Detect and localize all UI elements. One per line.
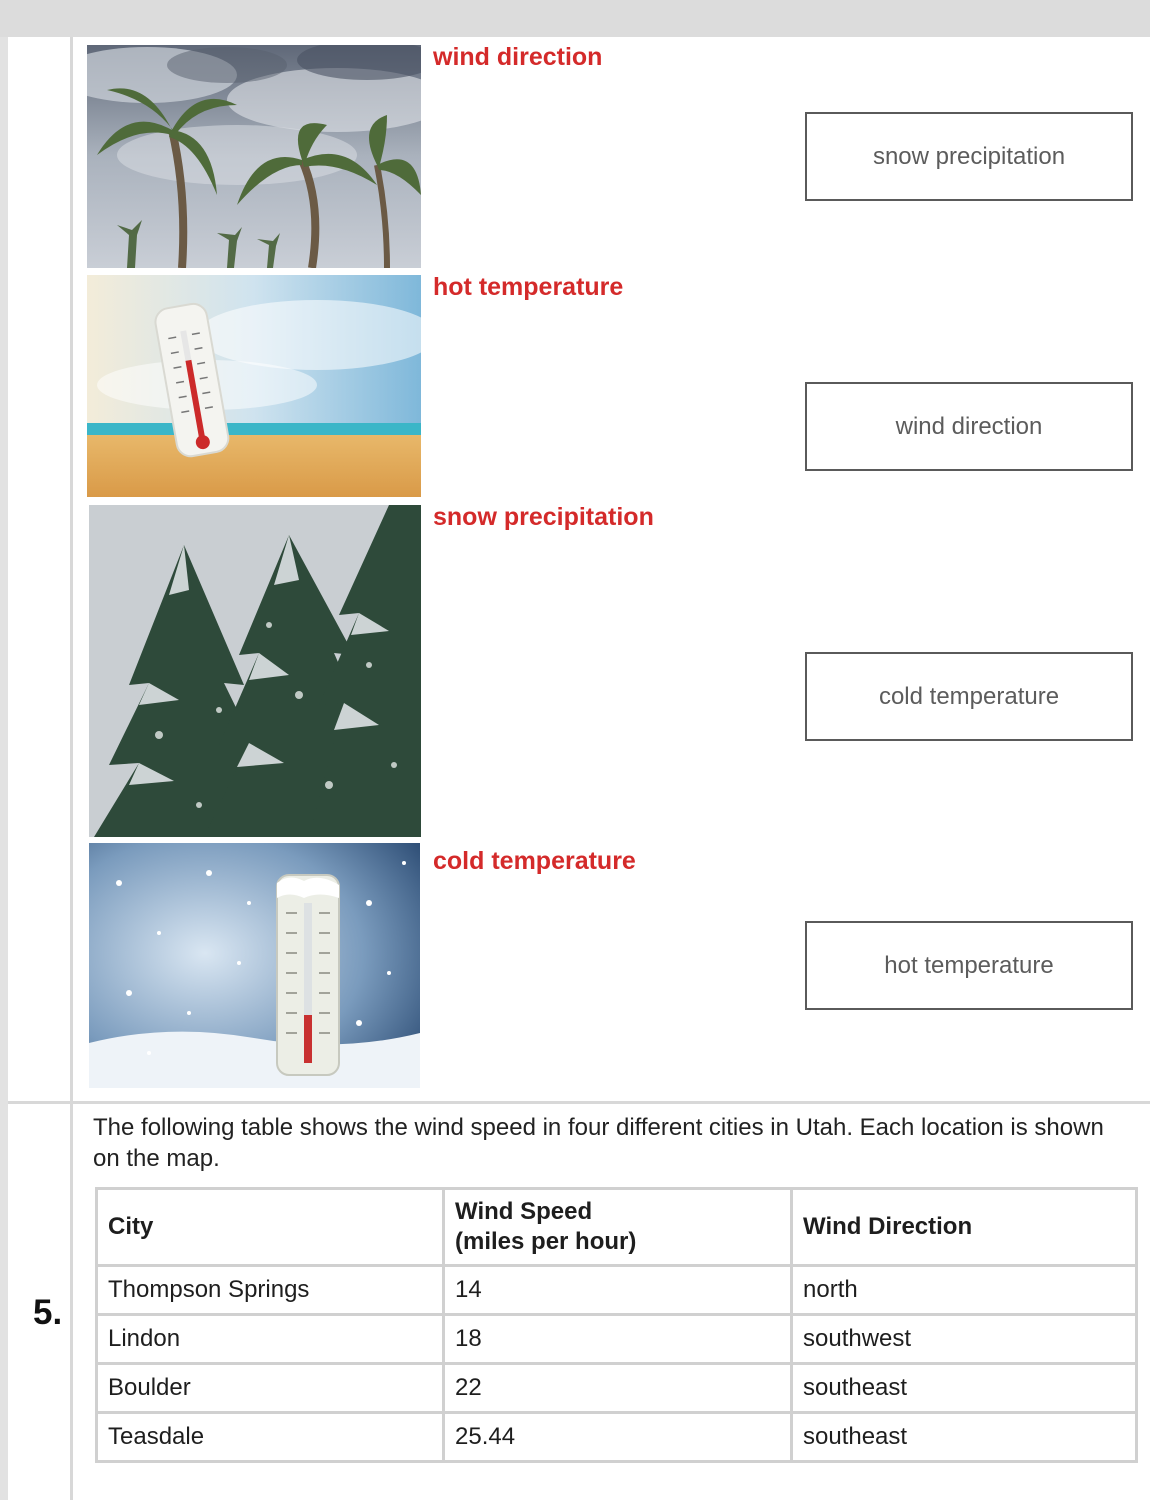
left-frame — [0, 37, 8, 1500]
windy-palm-trees-image[interactable] — [87, 45, 421, 268]
cell-speed: 18 — [442, 1313, 793, 1365]
drop-target-hot-temperature[interactable]: hot temperature — [805, 921, 1133, 1010]
header-wind-direction: Wind Direction — [790, 1187, 1138, 1267]
row-divider — [8, 1101, 1150, 1104]
cell-city: Thompson Springs — [95, 1264, 445, 1316]
snowy-pine-trees-image[interactable] — [89, 505, 421, 837]
cell-city: Boulder — [95, 1362, 445, 1414]
cell-direction: southeast — [790, 1411, 1138, 1463]
header-wind-speed-line1: Wind Speed — [455, 1198, 593, 1225]
image-label-2: hot temperature — [433, 273, 624, 301]
header-city: City — [95, 1187, 445, 1267]
column-divider — [70, 37, 73, 1500]
cell-direction: southeast — [790, 1362, 1138, 1414]
drop-target-wind-direction[interactable]: wind direction — [805, 382, 1133, 471]
thermometer-beach-image[interactable] — [87, 275, 421, 497]
cell-speed: 25.44 — [442, 1411, 793, 1463]
table-row: Lindon 18 southwest — [95, 1313, 1138, 1365]
image-label-4: cold temperature — [433, 847, 636, 875]
question-intro: The following table shows the wind speed… — [93, 1114, 1104, 1172]
table-row: Thompson Springs 14 north — [95, 1264, 1138, 1316]
image-label-3: snow precipitation — [433, 503, 654, 531]
cell-speed: 22 — [442, 1362, 793, 1414]
header-wind-speed-line2: (miles per hour) — [455, 1228, 637, 1255]
thermometer-snow-image[interactable] — [89, 843, 420, 1088]
header-wind-speed: Wind Speed (miles per hour) — [442, 1187, 793, 1267]
cell-direction: southwest — [790, 1313, 1138, 1365]
question-number: 5. — [33, 1293, 63, 1332]
top-bar — [0, 0, 1150, 37]
wind-speed-table: City Wind Speed (miles per hour) Wind Di… — [95, 1187, 1138, 1463]
drop-target-cold-temperature[interactable]: cold temperature — [805, 652, 1133, 741]
cell-city: Lindon — [95, 1313, 445, 1365]
table-header-row: City Wind Speed (miles per hour) Wind Di… — [95, 1187, 1138, 1267]
drop-target-snow-precipitation[interactable]: snow precipitation — [805, 112, 1133, 201]
cell-speed: 14 — [442, 1264, 793, 1316]
image-label-1: wind direction — [433, 43, 603, 71]
table-row: Boulder 22 southeast — [95, 1362, 1138, 1414]
cell-city: Teasdale — [95, 1411, 445, 1463]
table-row: Teasdale 25.44 southeast — [95, 1411, 1138, 1463]
cell-direction: north — [790, 1264, 1138, 1316]
